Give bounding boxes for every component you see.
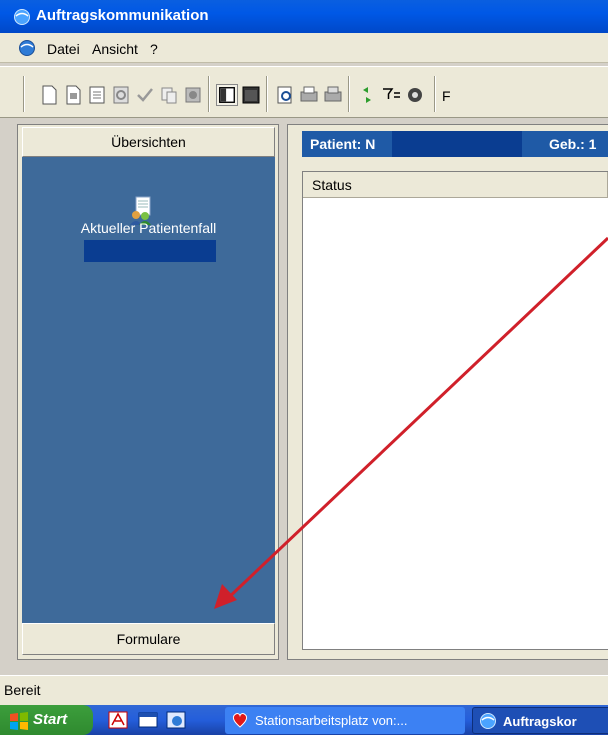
- app-menu-globe-icon[interactable]: [18, 39, 36, 57]
- start-label: Start: [33, 711, 68, 728]
- acrobat-quicklaunch-icon[interactable]: [108, 710, 128, 730]
- ubersichten-header-button[interactable]: Übersichten: [22, 127, 275, 157]
- patient-name-redaction: [392, 131, 522, 157]
- toolbar-grip: [23, 76, 25, 112]
- check-icon[interactable]: [134, 84, 156, 106]
- copy-icon[interactable]: [158, 84, 180, 106]
- aktueller-patientenfall-label[interactable]: Aktueller Patientenfall: [22, 220, 275, 236]
- task-auftragskommunikation-label: Auftragskor: [503, 714, 577, 729]
- filter-icon[interactable]: [380, 84, 402, 106]
- heart-icon: [232, 713, 248, 728]
- formulare-button[interactable]: Formulare: [22, 623, 275, 655]
- toolbar-separator-4: [434, 76, 436, 112]
- print-icon[interactable]: [298, 84, 320, 106]
- preview-icon[interactable]: [274, 84, 296, 106]
- print-setup-icon[interactable]: [322, 84, 344, 106]
- window-title: Auftragskommunikation: [36, 7, 209, 24]
- layout-full-icon[interactable]: [240, 84, 262, 106]
- task-stationsarbeitsplatz-label: Stationsarbeitsplatz von:...: [255, 713, 408, 728]
- menu-ansicht[interactable]: Ansicht: [92, 41, 138, 57]
- toolbar-separator: [208, 76, 210, 112]
- globe-icon: [480, 713, 496, 729]
- menu-help[interactable]: ?: [150, 41, 158, 57]
- settings-icon[interactable]: [404, 84, 426, 106]
- windows-logo-icon: [10, 712, 28, 730]
- new-document-icon[interactable]: [38, 84, 60, 106]
- attach-icon[interactable]: [182, 84, 204, 106]
- refresh-doc-icon[interactable]: [110, 84, 132, 106]
- toolbar-separator-3: [348, 76, 350, 112]
- list-icon[interactable]: [86, 84, 108, 106]
- app-globe-icon: [14, 9, 30, 25]
- sync-icon[interactable]: [356, 84, 378, 106]
- show-desktop-icon[interactable]: [138, 710, 158, 730]
- menu-datei[interactable]: Datei: [47, 41, 80, 57]
- status-column-label: Status: [312, 177, 352, 193]
- order-list[interactable]: [302, 171, 608, 650]
- patient-label: Patient: N: [310, 136, 376, 152]
- toolbar-separator-2: [266, 76, 268, 112]
- toolbar-overflow-label: F: [442, 88, 451, 104]
- status-bar: [0, 675, 608, 705]
- status-text: Bereit: [4, 682, 41, 698]
- layout-split-icon[interactable]: [216, 84, 238, 106]
- birthdate-label: Geb.: 1: [549, 136, 597, 152]
- browser-quicklaunch-icon[interactable]: [166, 710, 186, 730]
- new-form-icon[interactable]: [62, 84, 84, 106]
- task-stationsarbeitsplatz[interactable]: Stationsarbeitsplatz von:...: [225, 707, 465, 734]
- case-selection-highlight[interactable]: [84, 240, 216, 262]
- task-auftragskommunikation[interactable]: Auftragskor: [472, 707, 608, 734]
